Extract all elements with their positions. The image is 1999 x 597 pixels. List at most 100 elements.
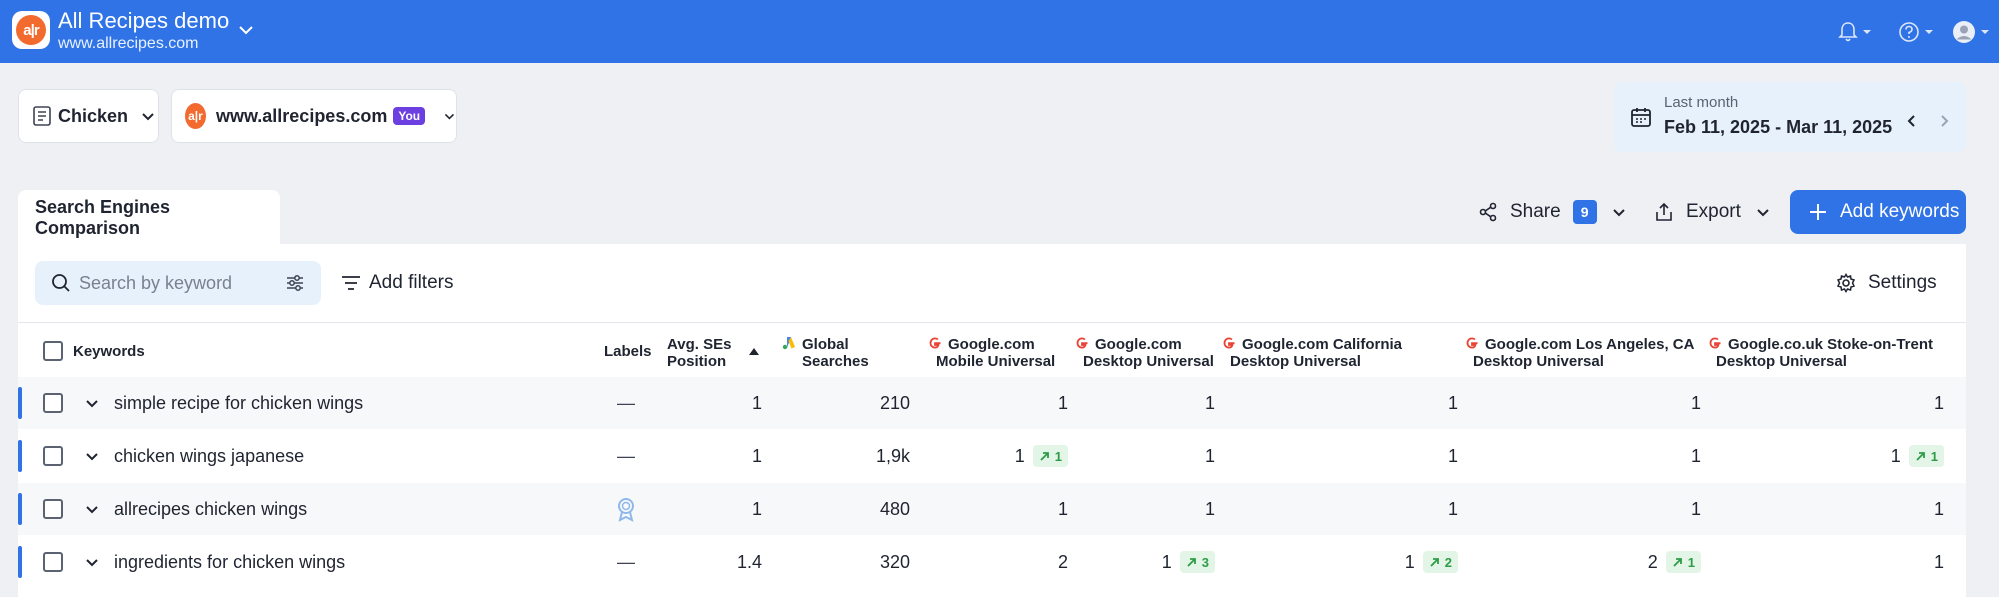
keyword-cell[interactable]: simple recipe for chicken wings	[114, 377, 363, 429]
award-icon[interactable]	[615, 496, 637, 522]
toolbar-divider	[18, 322, 1966, 323]
row-indicator	[18, 546, 22, 578]
share-count-badge: 9	[1572, 200, 1597, 224]
group-selector[interactable]: Chicken	[18, 89, 159, 143]
label-value: —	[617, 445, 635, 466]
filter-sliders-icon[interactable]	[285, 273, 305, 293]
share-label: Share	[1510, 201, 1561, 222]
user-menu-button[interactable]	[1952, 20, 1990, 44]
table-row[interactable]: simple recipe for chicken wings — 1 210 …	[18, 377, 1966, 429]
column-header-se-los-angeles[interactable]: Google.com Los Angeles, CA Desktop Univer…	[1465, 336, 1694, 370]
export-button[interactable]: Export	[1654, 190, 1771, 234]
column-header-se-mobile[interactable]: Google.com Mobile Universal	[928, 336, 1055, 370]
chevron-down-icon[interactable]	[1611, 204, 1627, 220]
position-change-value: 2	[1444, 554, 1452, 570]
app-logo-mark: a|r	[16, 15, 46, 45]
row-checkbox[interactable]	[43, 393, 63, 413]
se5-position-cell: 11	[1708, 430, 1944, 482]
search-input[interactable]	[79, 272, 279, 294]
arrow-up-right-icon	[1040, 451, 1049, 461]
chevron-down-icon[interactable]	[84, 395, 100, 411]
se3-position-cell: 1	[1222, 483, 1458, 535]
position-change-badge: 1	[1032, 445, 1068, 467]
avg-position-cell: 1	[751, 392, 762, 413]
select-all-checkbox[interactable]	[43, 341, 63, 361]
chevron-down-icon[interactable]	[84, 448, 100, 464]
you-badge: You	[393, 107, 426, 125]
top-bar: a|r All Recipes demo www.allrecipes.com	[0, 0, 1999, 63]
se2-position-cell: 1	[1075, 430, 1215, 482]
se1-line1: Google.com	[948, 336, 1035, 353]
column-header-se-stoke[interactable]: Google.co.uk Stoke-on-Trent Desktop Unive…	[1708, 336, 1933, 370]
add-keywords-button[interactable]: Add keywords	[1790, 190, 1966, 234]
se3-value: 1	[1447, 392, 1458, 413]
se2-value: 1	[1204, 392, 1215, 413]
share-button[interactable]: Share 9	[1478, 190, 1627, 234]
column-header-se-desktop[interactable]: Google.com Desktop Universal	[1075, 336, 1214, 370]
add-filters-label: Add filters	[369, 272, 454, 293]
column-header-se-california[interactable]: Google.com California Desktop Universal	[1222, 336, 1402, 370]
table-row[interactable]: ingredients for chicken wings — 1.4 320 …	[18, 536, 1966, 588]
settings-label: Settings	[1868, 272, 1937, 293]
keyword-search	[35, 261, 321, 305]
search-icon	[52, 274, 70, 292]
site-logo: a|r	[185, 103, 206, 129]
label-value: —	[617, 392, 635, 413]
global-searches-cell: 1,9k	[875, 445, 910, 466]
chevron-left-icon[interactable]	[1904, 113, 1920, 129]
chevron-down-icon[interactable]	[84, 501, 100, 517]
se4-value: 1	[1690, 498, 1701, 519]
table-row[interactable]: chicken wings japanese — 1 1,9k 11 1 1 1…	[18, 430, 1966, 482]
row-indicator	[18, 387, 22, 419]
position-change-value: 3	[1201, 554, 1209, 570]
column-header-keywords[interactable]: Keywords	[73, 343, 145, 360]
chevron-down-icon[interactable]	[84, 554, 100, 570]
row-indicator	[18, 440, 22, 472]
se3-position-cell: 1	[1222, 430, 1458, 482]
se2-line1: Google.com	[1095, 336, 1182, 353]
se1-value: 1	[1057, 498, 1068, 519]
row-indicator	[18, 493, 22, 525]
se4-line2: Desktop Universal	[1473, 353, 1604, 370]
document-icon	[33, 106, 51, 126]
table-row[interactable]: allrecipes chicken wings 1 480 1 1 1 1 1	[18, 483, 1966, 535]
tab-search-engines-comparison[interactable]: Search Engines Comparison	[18, 190, 280, 246]
se3-value: 1	[1447, 445, 1458, 466]
app-logo[interactable]: a|r	[12, 11, 50, 49]
site-selector[interactable]: a|r www.allrecipes.com You	[171, 89, 457, 143]
notifications-button[interactable]	[1838, 20, 1872, 44]
date-range-picker[interactable]: Last month Feb 11, 2025 - Mar 11, 2025	[1614, 82, 1966, 152]
se5-value: 1	[1933, 551, 1944, 572]
column-header-global-line1: Global	[802, 336, 849, 353]
se3-value: 1	[1447, 498, 1458, 519]
row-checkbox[interactable]	[43, 552, 63, 572]
caret-down-icon	[1981, 30, 1989, 34]
keyword-cell[interactable]: ingredients for chicken wings	[114, 536, 345, 588]
se2-value: 1	[1161, 551, 1172, 572]
chevron-down-icon	[1757, 209, 1769, 217]
se5-position-cell: 1	[1708, 483, 1944, 535]
row-checkbox[interactable]	[43, 499, 63, 519]
se1-value: 1	[1014, 445, 1025, 466]
global-searches-cell: 320	[879, 551, 910, 572]
column-header-global-searches[interactable]: Global Searches	[782, 336, 869, 370]
se1-position-cell: 11	[928, 430, 1068, 482]
se5-value: 1	[1933, 498, 1944, 519]
site-selector-label: www.allrecipes.com	[215, 105, 388, 126]
se5-value: 1	[1933, 392, 1944, 413]
se3-position-cell: 1	[1222, 377, 1458, 429]
column-header-labels[interactable]: Labels	[604, 343, 652, 360]
keyword-cell[interactable]: chicken wings japanese	[114, 430, 304, 482]
row-checkbox[interactable]	[43, 446, 63, 466]
filter-lines-icon	[342, 276, 360, 290]
column-header-avg-position[interactable]: Avg. SEs Position	[667, 336, 731, 370]
project-title[interactable]: All Recipes demo	[58, 8, 229, 34]
chevron-down-icon[interactable]	[236, 20, 256, 40]
chevron-right-icon[interactable]	[1936, 113, 1952, 129]
help-button[interactable]	[1898, 20, 1934, 44]
sort-ascending-icon[interactable]	[748, 346, 760, 356]
add-filters-button[interactable]: Add filters	[341, 272, 453, 294]
settings-button[interactable]: Settings	[1836, 272, 1937, 294]
label-cell: —	[614, 536, 638, 588]
keyword-cell[interactable]: allrecipes chicken wings	[114, 483, 307, 535]
